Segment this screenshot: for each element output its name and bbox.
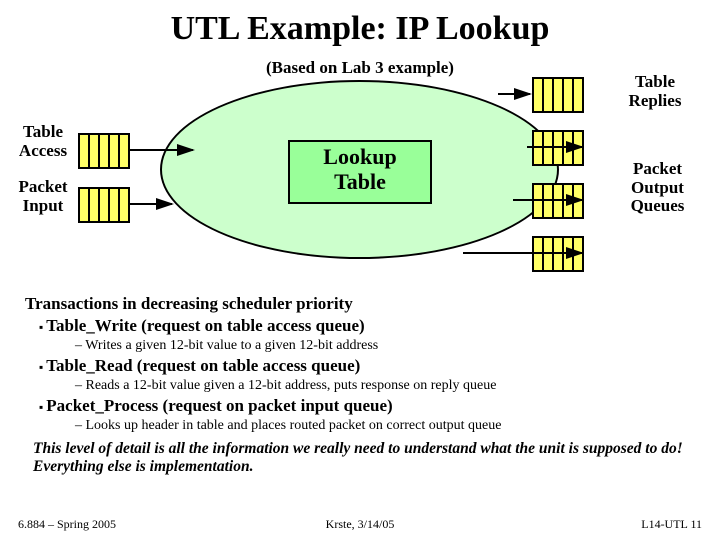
bullet-1: Table_Read (request on table access queu… — [25, 356, 695, 376]
summary: This level of detail is all the informat… — [25, 440, 695, 476]
detail-0: Writes a given 12-bit value to a given 1… — [25, 338, 695, 354]
label-packet-input: PacketInput — [12, 178, 74, 215]
footer-right: L14-UTL 11 — [641, 517, 702, 532]
queue-output-2 — [532, 183, 584, 224]
diagram: LookupTable TableAccess PacketInput Tabl… — [0, 65, 720, 295]
lookup-table-box: LookupTable — [288, 140, 432, 204]
detail-1: Reads a 12-bit value given a 12-bit addr… — [25, 378, 695, 394]
body-heading: Transactions in decreasing scheduler pri… — [25, 294, 695, 314]
bullet-0: Table_Write (request on table access que… — [25, 316, 695, 336]
body-text: Transactions in decreasing scheduler pri… — [25, 290, 695, 476]
queue-table-access — [78, 133, 130, 174]
label-table-replies: TableReplies — [615, 73, 695, 110]
label-table-access: TableAccess — [12, 123, 74, 160]
queue-table-replies — [532, 77, 584, 118]
queue-output-1 — [532, 130, 584, 171]
lookup-table-label: LookupTable — [323, 144, 396, 194]
queue-packet-input — [78, 187, 130, 228]
label-packet-output: PacketOutputQueues — [615, 160, 700, 216]
queue-output-3 — [532, 236, 584, 277]
slide-title: UTL Example: IP Lookup — [0, 10, 720, 48]
bullet-2: Packet_Process (request on packet input … — [25, 396, 695, 416]
detail-2: Looks up header in table and places rout… — [25, 418, 695, 434]
footer-center: Krste, 3/14/05 — [18, 517, 702, 532]
